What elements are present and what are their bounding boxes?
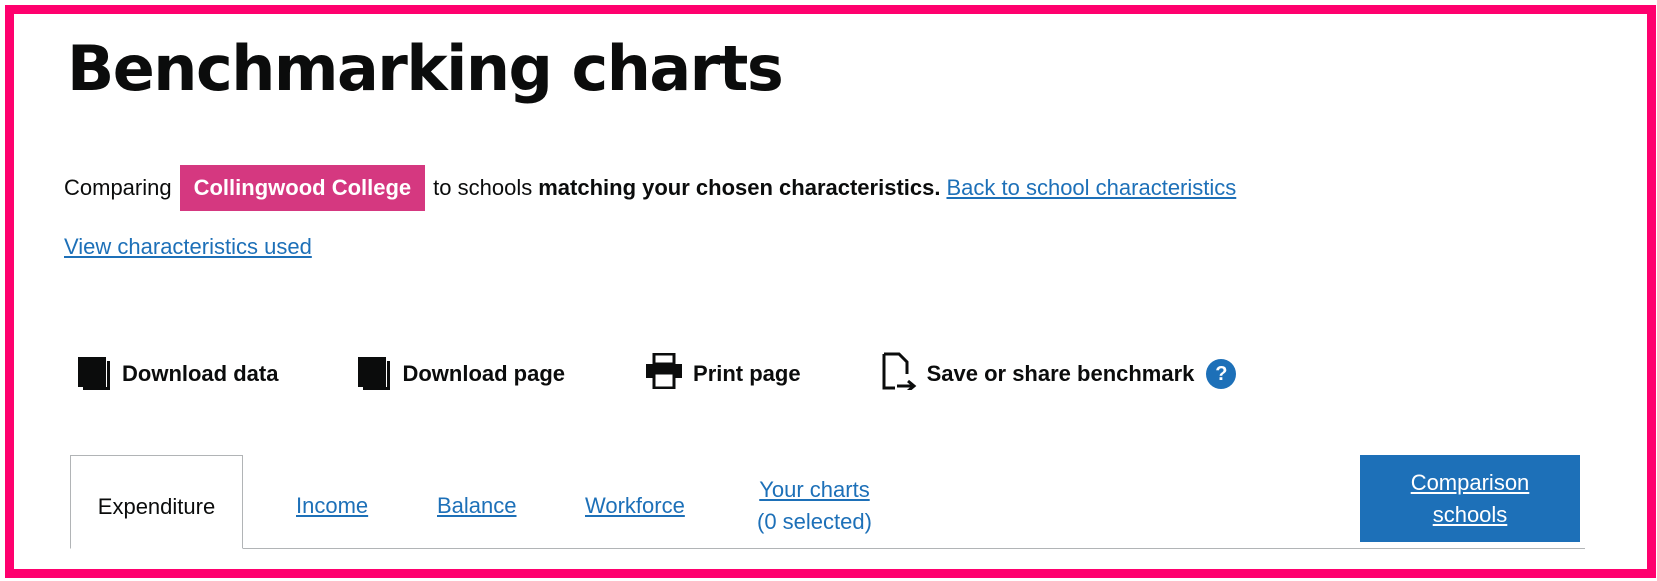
comparing-prefix: Comparing	[64, 175, 172, 200]
download-page-label: Download page	[402, 361, 566, 386]
page-title: Benchmarking charts	[67, 32, 784, 105]
save-share-button[interactable]: Save or share benchmark ?	[881, 352, 1237, 396]
tab-balance[interactable]: Balance	[437, 490, 517, 522]
print-page-button[interactable]: Print page	[645, 352, 801, 395]
comparison-line: Comparing Collingwood College to schools…	[64, 165, 1236, 211]
comparing-bold-text: matching your chosen characteristics.	[538, 175, 941, 200]
save-share-icon	[881, 352, 917, 396]
help-icon[interactable]: ?	[1206, 359, 1237, 389]
view-characteristics-link[interactable]: View characteristics used	[64, 234, 312, 260]
download-icon	[358, 357, 392, 391]
tab-workforce[interactable]: Workforce	[585, 490, 685, 522]
tab-expenditure[interactable]: Expenditure	[70, 455, 243, 549]
comparison-schools-button[interactable]: Comparison schools	[1360, 455, 1580, 542]
tab-your-charts[interactable]: Your charts (0 selected)	[757, 474, 872, 538]
save-share-label: Save or share benchmark	[926, 361, 1195, 386]
tabs-divider	[70, 548, 1585, 549]
back-to-characteristics-link[interactable]: Back to school characteristics	[946, 175, 1236, 201]
download-data-label: Download data	[122, 361, 279, 386]
tab-your-charts-label: Your charts	[759, 477, 870, 502]
tab-your-charts-count: (0 selected)	[757, 509, 872, 534]
tab-income[interactable]: Income	[296, 490, 368, 522]
print-page-label: Print page	[693, 361, 801, 386]
download-icon	[78, 357, 112, 391]
action-bar: Download data Download page Print page S…	[78, 352, 1237, 396]
download-data-button[interactable]: Download data	[78, 357, 278, 391]
comparison-schools-label: Comparison schools	[1410, 469, 1530, 527]
download-page-button[interactable]: Download page	[358, 357, 565, 391]
comparing-middle: to schools	[433, 175, 533, 200]
printer-icon	[645, 352, 683, 395]
school-name-tag: Collingwood College	[179, 165, 426, 211]
